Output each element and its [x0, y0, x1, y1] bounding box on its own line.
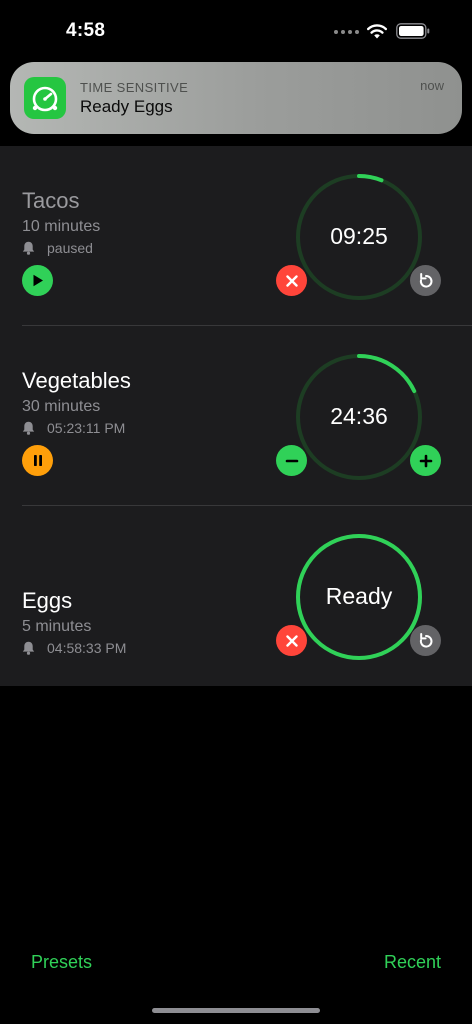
timer-alarm-status: 05:23:11 PM — [22, 420, 125, 436]
restart-icon — [419, 272, 432, 288]
timer-alarm-text: paused — [47, 240, 93, 256]
timer-duration: 30 minutes — [22, 398, 101, 415]
notification-category: TIME SENSITIVE — [80, 80, 189, 95]
timer-row-vegetables[interactable]: Vegetables 30 minutes 05:23:11 PM 24:36 — [0, 326, 472, 506]
app-icon — [24, 77, 66, 119]
cellular-signal-icon — [334, 30, 359, 34]
recent-button[interactable]: Recent — [384, 952, 441, 973]
notification-banner[interactable]: TIME SENSITIVE Ready Eggs now — [10, 62, 462, 134]
timer-remaining: Ready — [325, 583, 393, 609]
reset-button[interactable] — [410, 265, 441, 296]
cancel-button[interactable] — [276, 265, 307, 296]
pause-icon — [33, 455, 42, 466]
pause-button[interactable] — [22, 445, 53, 476]
play-button[interactable] — [22, 265, 53, 296]
timer-remaining: 09:25 — [330, 223, 388, 249]
status-bar: 4:58 — [0, 0, 472, 62]
restart-icon — [419, 632, 432, 648]
home-indicator[interactable] — [152, 1008, 320, 1013]
close-icon — [285, 634, 298, 647]
timer-name: Eggs — [22, 588, 73, 613]
timer-alarm-text: 04:58:33 PM — [47, 640, 127, 656]
timer-alarm-text: 05:23:11 PM — [47, 420, 126, 436]
app-screen: 4:58 Tacos 10 minutes paused 09:25 Veget… — [0, 0, 472, 1024]
bell-icon — [22, 241, 35, 255]
status-time: 4:58 — [66, 20, 106, 41]
timer-duration: 5 minutes — [22, 618, 92, 635]
plus-icon — [419, 454, 432, 467]
timer-row-tacos[interactable]: Tacos 10 minutes paused 09:25 — [0, 146, 472, 326]
timer-name: Vegetables — [22, 368, 131, 393]
presets-button[interactable]: Presets — [31, 952, 92, 973]
timer-duration: 10 minutes — [22, 218, 101, 235]
timer-row-eggs[interactable]: Eggs 5 minutes 04:58:33 PM Ready — [0, 506, 472, 686]
notification-title: Ready Eggs — [80, 97, 173, 116]
timer-alarm-status: 04:58:33 PM — [22, 640, 126, 656]
timer-name: Tacos — [22, 188, 80, 213]
minus-icon — [285, 459, 298, 462]
battery-icon — [396, 23, 430, 39]
wifi-icon — [367, 24, 387, 39]
cancel-button[interactable] — [276, 625, 307, 656]
add-minute-button[interactable] — [410, 445, 441, 476]
timer-alarm-status: paused — [22, 240, 93, 256]
subtract-minute-button[interactable] — [276, 445, 307, 476]
bell-icon — [22, 421, 35, 435]
stopwatch-icon — [32, 86, 58, 112]
notification-time: now — [420, 78, 444, 93]
bell-icon — [22, 641, 35, 655]
close-icon — [285, 274, 298, 287]
timer-list: Tacos 10 minutes paused 09:25 Vegetables… — [0, 146, 472, 686]
timer-remaining: 24:36 — [330, 403, 388, 429]
play-icon — [33, 274, 43, 287]
reset-button[interactable] — [410, 625, 441, 656]
